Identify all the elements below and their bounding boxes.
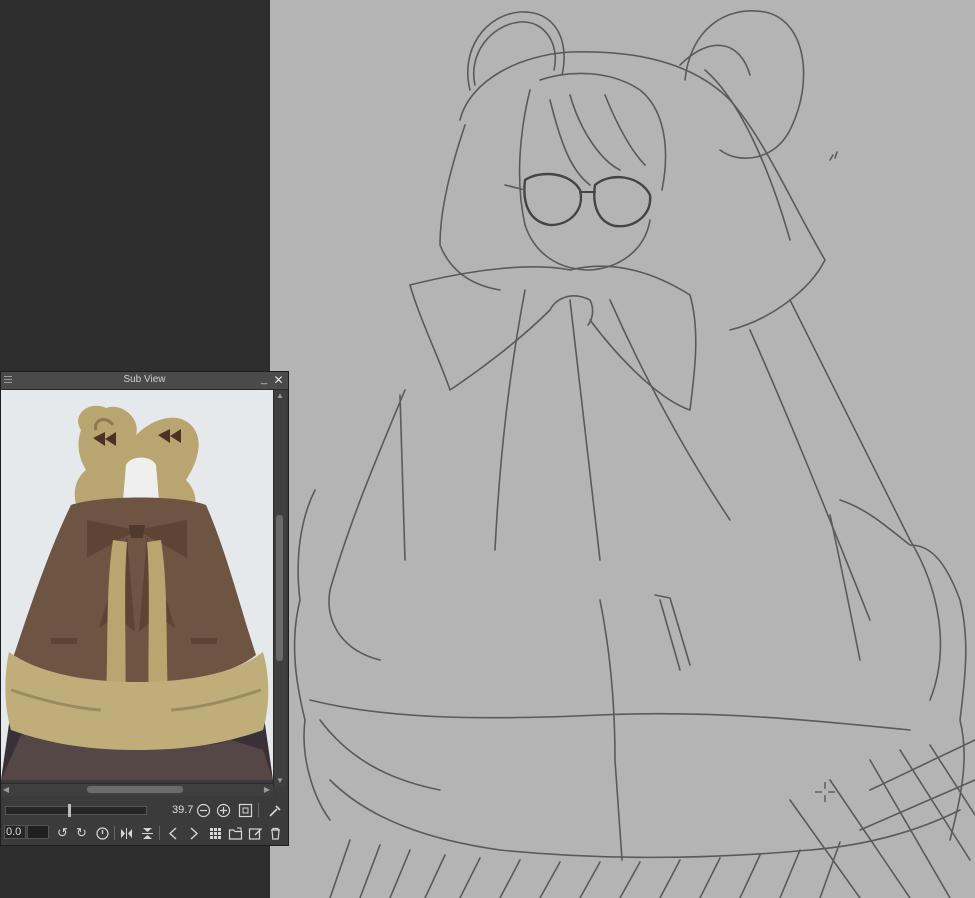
vertical-scrollbar[interactable]: ▲ ▼ bbox=[273, 390, 286, 787]
rotation-slider[interactable] bbox=[27, 825, 49, 839]
vertical-scroll-thumb[interactable] bbox=[276, 515, 283, 661]
flip-horizontal-icon[interactable] bbox=[119, 826, 134, 841]
horizontal-scrollbar[interactable]: ◀ ▶ bbox=[1, 783, 273, 796]
reset-rotation-icon[interactable] bbox=[95, 826, 110, 841]
crosshair-cursor-icon bbox=[815, 782, 835, 802]
scroll-right-icon[interactable]: ▶ bbox=[262, 784, 272, 796]
minimize-button[interactable]: _ bbox=[258, 373, 270, 387]
sub-view-panel: Sub View _ ✕ ▲ ▼ ◀ ▶ 39.7 0.0 ↺ ↻ bbox=[0, 371, 289, 846]
reference-image[interactable] bbox=[1, 390, 273, 780]
drawing-canvas[interactable] bbox=[270, 0, 975, 898]
rotate-left-icon[interactable]: ↺ bbox=[55, 826, 70, 841]
rotation-value[interactable]: 0.0 bbox=[4, 825, 26, 839]
sub-view-titlebar[interactable]: Sub View _ ✕ bbox=[1, 372, 288, 390]
horizontal-scroll-thumb[interactable] bbox=[87, 786, 183, 793]
next-image-icon[interactable] bbox=[186, 826, 201, 841]
close-button[interactable]: ✕ bbox=[272, 373, 285, 387]
sketch-artwork bbox=[293, 10, 975, 898]
toolbar-separator bbox=[258, 803, 259, 817]
eyedropper-icon[interactable] bbox=[267, 803, 282, 818]
zoom-controls: 39.7 bbox=[1, 800, 288, 822]
toolbar-separator bbox=[114, 826, 115, 840]
thumbnail-grid-icon[interactable] bbox=[208, 826, 223, 841]
rotate-right-icon[interactable]: ↻ bbox=[74, 826, 89, 841]
trash-icon[interactable] bbox=[268, 826, 283, 841]
zoom-in-icon[interactable] bbox=[216, 803, 231, 818]
zoom-out-icon[interactable] bbox=[196, 803, 211, 818]
sub-view-title: Sub View bbox=[123, 374, 166, 385]
zoom-slider-knob[interactable] bbox=[68, 804, 71, 817]
scroll-down-icon[interactable]: ▼ bbox=[274, 776, 286, 786]
scroll-left-icon[interactable]: ◀ bbox=[1, 784, 11, 796]
flip-vertical-icon[interactable] bbox=[140, 826, 155, 841]
import-image-icon[interactable] bbox=[228, 826, 243, 841]
zoom-slider[interactable] bbox=[5, 804, 147, 817]
zoom-value: 39.7 bbox=[172, 804, 194, 816]
clear-image-icon[interactable] bbox=[248, 826, 263, 841]
previous-image-icon[interactable] bbox=[166, 826, 181, 841]
reference-cape-photo bbox=[1, 390, 273, 780]
toolbar-separator bbox=[159, 826, 160, 840]
rotation-controls: 0.0 ↺ ↻ bbox=[1, 823, 288, 843]
fit-to-window-icon[interactable] bbox=[238, 803, 253, 818]
scroll-up-icon[interactable]: ▲ bbox=[274, 391, 286, 401]
